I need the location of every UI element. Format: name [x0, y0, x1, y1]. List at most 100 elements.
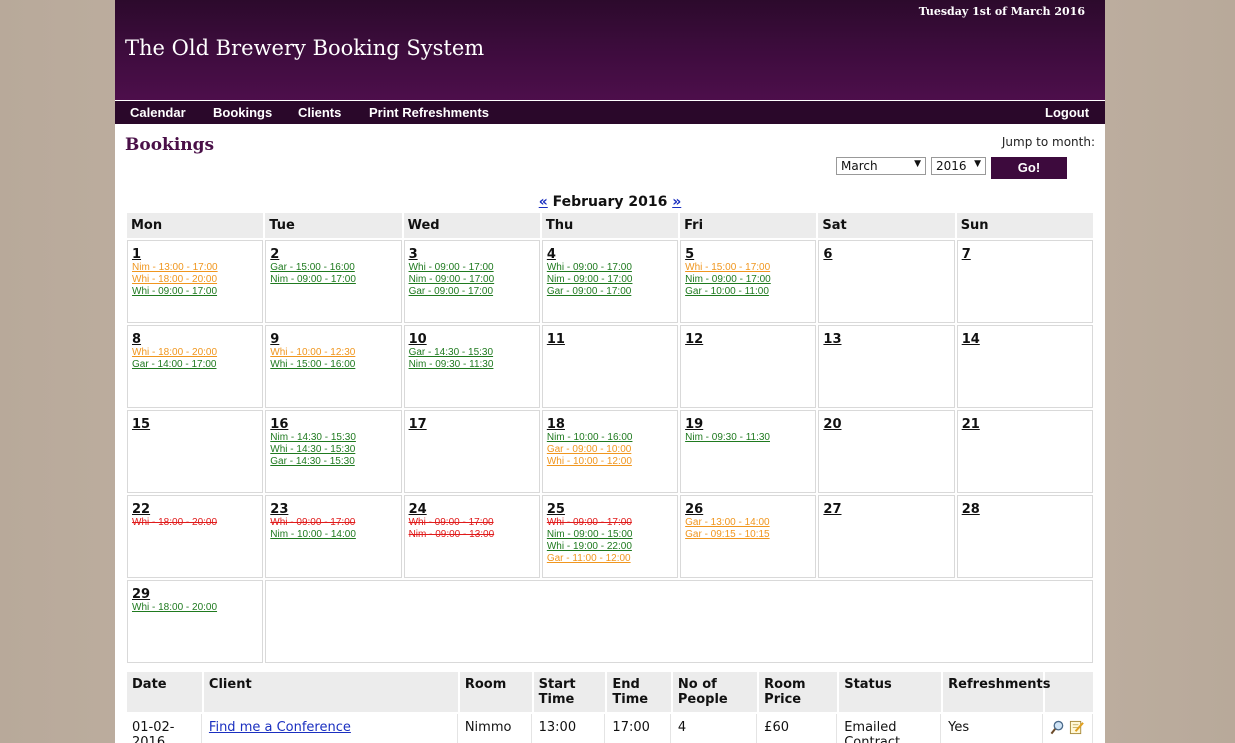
day-number-link[interactable]: 26 [685, 502, 811, 517]
booking-link[interactable]: Gar - 13:00 - 14:00 [685, 517, 811, 529]
booking-link[interactable]: Whi - 09:00 - 17:00 [409, 517, 535, 529]
day-number-link[interactable]: 15 [132, 417, 258, 432]
cell-room: Nimmo [460, 714, 532, 743]
edit-icon[interactable] [1069, 720, 1085, 735]
next-month-link[interactable]: » [672, 194, 681, 210]
calendar-day-cell: 10 Gar - 14:30 - 15:30 Nim - 09:30 - 11:30 [403, 325, 540, 408]
day-number-link[interactable]: 8 [132, 332, 258, 347]
nav-bookings[interactable]: Bookings [213, 105, 272, 120]
booking-link[interactable]: Whi - 14:30 - 15:30 [270, 444, 396, 456]
calendar-day-cell: 15 [127, 410, 264, 493]
booking-link[interactable]: Gar - 14:00 - 17:00 [132, 359, 258, 371]
prev-month-link[interactable]: « [539, 194, 548, 210]
booking-link[interactable]: Whi - 18:00 - 20:00 [132, 517, 258, 529]
booking-link[interactable]: Nim - 09:30 - 11:30 [685, 432, 811, 444]
booking-link[interactable]: Nim - 13:00 - 17:00 [132, 262, 258, 274]
booking-link[interactable]: Gar - 14:30 - 15:30 [409, 347, 535, 359]
day-number-link[interactable]: 29 [132, 587, 258, 602]
booking-link[interactable]: Nim - 10:00 - 14:00 [270, 529, 396, 541]
day-number-link[interactable]: 14 [962, 332, 1088, 347]
go-button[interactable]: Go! [991, 157, 1067, 179]
booking-link[interactable]: Whi - 10:00 - 12:30 [270, 347, 396, 359]
day-number-link[interactable]: 3 [409, 247, 535, 262]
booking-link[interactable]: Nim - 09:00 - 15:00 [547, 529, 673, 541]
day-number-link[interactable]: 10 [409, 332, 535, 347]
calendar-day-cell: 26 Gar - 13:00 - 14:00 Gar - 09:15 - 10:15 [680, 495, 817, 578]
day-number-link[interactable]: 24 [409, 502, 535, 517]
booking-link[interactable]: Gar - 10:00 - 11:00 [685, 286, 811, 298]
view-icon[interactable] [1050, 720, 1065, 735]
nav-print-refreshments[interactable]: Print Refreshments [369, 105, 489, 120]
month-select[interactable]: March ▼ [836, 157, 926, 175]
booking-link[interactable]: Nim - 14:30 - 15:30 [270, 432, 396, 444]
day-number-link[interactable]: 21 [962, 417, 1088, 432]
day-number-link[interactable]: 19 [685, 417, 811, 432]
booking-link[interactable]: Whi - 09:00 - 17:00 [547, 262, 673, 274]
client-link[interactable]: Find me a Conference [209, 720, 351, 735]
column-header: Room Price [759, 672, 838, 712]
day-number-link[interactable]: 25 [547, 502, 673, 517]
column-header: Room [459, 672, 532, 712]
day-number-link[interactable]: 23 [270, 502, 396, 517]
calendar-day-cell: 3 Whi - 09:00 - 17:00 Nim - 09:00 - 17:00 G… [403, 240, 540, 323]
day-number-link[interactable]: 20 [823, 417, 949, 432]
booking-link[interactable]: Whi - 18:00 - 20:00 [132, 274, 258, 286]
year-select-value: 2016 [936, 159, 967, 173]
day-number-link[interactable]: 18 [547, 417, 673, 432]
booking-link[interactable]: Whi - 09:00 - 17:00 [270, 517, 396, 529]
calendar-day-cell: 24 Whi - 09:00 - 17:00 Nim - 09:00 - 13:00 [403, 495, 540, 578]
calendar-week-row: 29 Whi - 18:00 - 20:00 [127, 580, 1093, 663]
day-number-link[interactable]: 13 [823, 332, 949, 347]
weekday-header: Thu [541, 213, 679, 238]
booking-link[interactable]: Whi - 09:00 - 17:00 [547, 517, 673, 529]
booking-link[interactable]: Whi - 15:00 - 16:00 [270, 359, 396, 371]
booking-link[interactable]: Gar - 09:00 - 17:00 [547, 286, 673, 298]
booking-link[interactable]: Nim - 10:00 - 16:00 [547, 432, 673, 444]
day-number-link[interactable]: 17 [409, 417, 535, 432]
nav-calendar[interactable]: Calendar [130, 105, 186, 120]
booking-link[interactable]: Whi - 10:00 - 12:00 [547, 456, 673, 468]
day-number-link[interactable]: 5 [685, 247, 811, 262]
year-select[interactable]: 2016 ▼ [931, 157, 986, 175]
booking-link[interactable]: Whi - 15:00 - 17:00 [685, 262, 811, 274]
day-number-link[interactable]: 27 [823, 502, 949, 517]
day-number-link[interactable]: 2 [270, 247, 396, 262]
day-number-link[interactable]: 6 [823, 247, 949, 262]
jump-to-month-label: Jump to month: [1001, 135, 1095, 149]
booking-link[interactable]: Nim - 09:00 - 17:00 [547, 274, 673, 286]
booking-link[interactable]: Nim - 09:00 - 17:00 [409, 274, 535, 286]
day-number-link[interactable]: 11 [547, 332, 673, 347]
booking-link[interactable]: Gar - 11:00 - 12:00 [547, 553, 673, 565]
booking-link[interactable]: Gar - 14:30 - 15:30 [270, 456, 396, 468]
day-number-link[interactable]: 28 [962, 502, 1088, 517]
nav-clients[interactable]: Clients [298, 105, 341, 120]
booking-link[interactable]: Gar - 15:00 - 16:00 [270, 262, 396, 274]
calendar-empty-cell [265, 580, 1093, 663]
booking-link[interactable]: Nim - 09:00 - 17:00 [685, 274, 811, 286]
booking-link[interactable]: Whi - 19:00 - 22:00 [547, 541, 673, 553]
booking-link[interactable]: Whi - 18:00 - 20:00 [132, 347, 258, 359]
booking-link[interactable]: Gar - 09:00 - 10:00 [547, 444, 673, 456]
booking-link[interactable]: Nim - 09:30 - 11:30 [409, 359, 535, 371]
calendar-day-cell: 29 Whi - 18:00 - 20:00 [127, 580, 264, 663]
booking-link[interactable]: Whi - 18:00 - 20:00 [132, 602, 258, 614]
calendar-day-cell: 6 [818, 240, 955, 323]
booking-link[interactable]: Nim - 09:00 - 13:00 [409, 529, 535, 541]
day-number-link[interactable]: 1 [132, 247, 258, 262]
booking-link[interactable]: Gar - 09:15 - 10:15 [685, 529, 811, 541]
booking-link[interactable]: Gar - 09:00 - 17:00 [409, 286, 535, 298]
nav-logout[interactable]: Logout [1045, 105, 1089, 120]
day-number-link[interactable]: 4 [547, 247, 673, 262]
day-number-link[interactable]: 7 [962, 247, 1088, 262]
cell-value: Nimmo [464, 720, 512, 735]
day-number-link[interactable]: 16 [270, 417, 396, 432]
chevron-down-icon: ▼ [974, 159, 981, 169]
main-nav: Calendar Bookings Clients Print Refreshm… [115, 101, 1105, 124]
booking-link[interactable]: Nim - 09:00 - 17:00 [270, 274, 396, 286]
calendar-day-cell: 11 [541, 325, 679, 408]
day-number-link[interactable]: 12 [685, 332, 811, 347]
day-number-link[interactable]: 9 [270, 332, 396, 347]
booking-link[interactable]: Whi - 09:00 - 17:00 [132, 286, 258, 298]
booking-link[interactable]: Whi - 09:00 - 17:00 [409, 262, 535, 274]
day-number-link[interactable]: 22 [132, 502, 258, 517]
